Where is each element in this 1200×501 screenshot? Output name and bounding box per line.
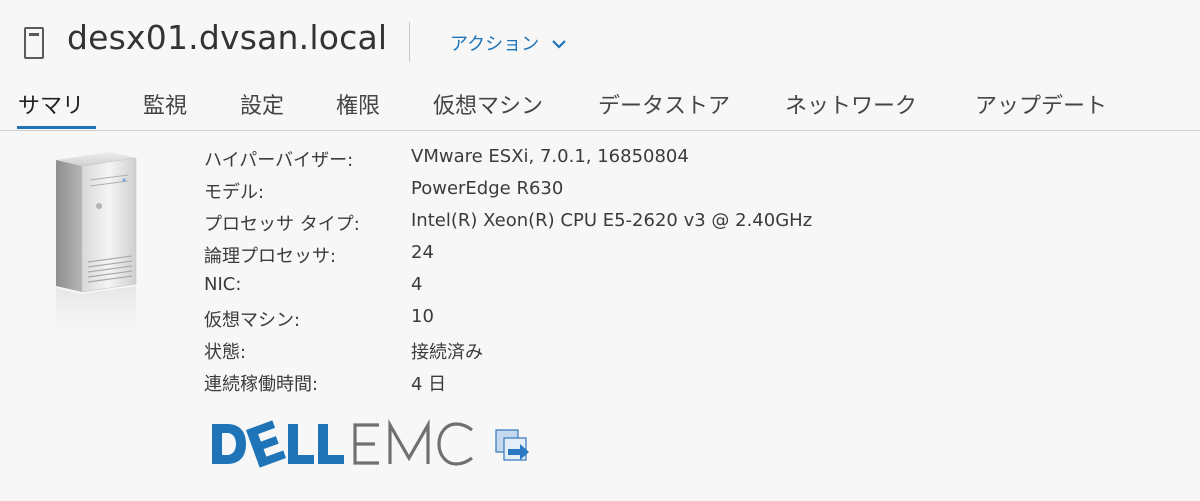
chevron-down-icon (552, 39, 566, 49)
property-value: 24 (411, 242, 434, 263)
tab-summary[interactable]: サマリ (18, 88, 84, 120)
property-value: PowerEdge R630 (411, 178, 564, 199)
tab-datastores[interactable]: データストア (598, 88, 730, 120)
property-value: VMware ESXi, 7.0.1, 16850804 (411, 146, 689, 167)
property-label: 仮想マシン: (204, 310, 301, 331)
property-value: 10 (411, 306, 434, 327)
actions-label: アクション (450, 34, 540, 55)
host-name-title: desx01.dvsan.local (67, 18, 388, 57)
property-label: 連続稼働時間: (204, 374, 319, 395)
tab-updates[interactable]: アップデート (975, 88, 1107, 120)
tab-networks[interactable]: ネットワーク (785, 88, 917, 120)
property-label: 論理プロセッサ: (204, 246, 337, 267)
server-tower-icon (56, 152, 137, 348)
active-tab-indicator (17, 126, 96, 129)
property-label: NIC: (204, 274, 242, 295)
tab-permissions[interactable]: 権限 (336, 88, 380, 120)
header-divider (409, 22, 410, 62)
tab-vms[interactable]: 仮想マシン (433, 88, 543, 120)
property-label: モデル: (204, 182, 265, 203)
dell-emc-logo (212, 419, 473, 468)
host-icon (24, 27, 44, 59)
property-value: 4 (411, 274, 423, 295)
property-label: プロセッサ タイプ: (204, 214, 360, 235)
actions-menu-button[interactable]: アクション (450, 30, 567, 56)
property-label: ハイパーバイザー: (204, 150, 354, 171)
vendor-management-link-icon[interactable] (492, 428, 534, 466)
tab-configure[interactable]: 設定 (240, 88, 284, 120)
property-label: 状態: (204, 342, 247, 363)
property-value: 4 日 (411, 374, 447, 395)
tab-bar: サマリ 監視 設定 権限 仮想マシン データストア ネットワーク アップデート (0, 82, 1200, 131)
property-value: 接続済み (411, 342, 483, 363)
tab-monitor[interactable]: 監視 (143, 88, 187, 120)
property-value: Intel(R) Xeon(R) CPU E5-2620 v3 @ 2.40GH… (411, 210, 813, 231)
object-header: desx01.dvsan.local アクション (0, 0, 1200, 80)
